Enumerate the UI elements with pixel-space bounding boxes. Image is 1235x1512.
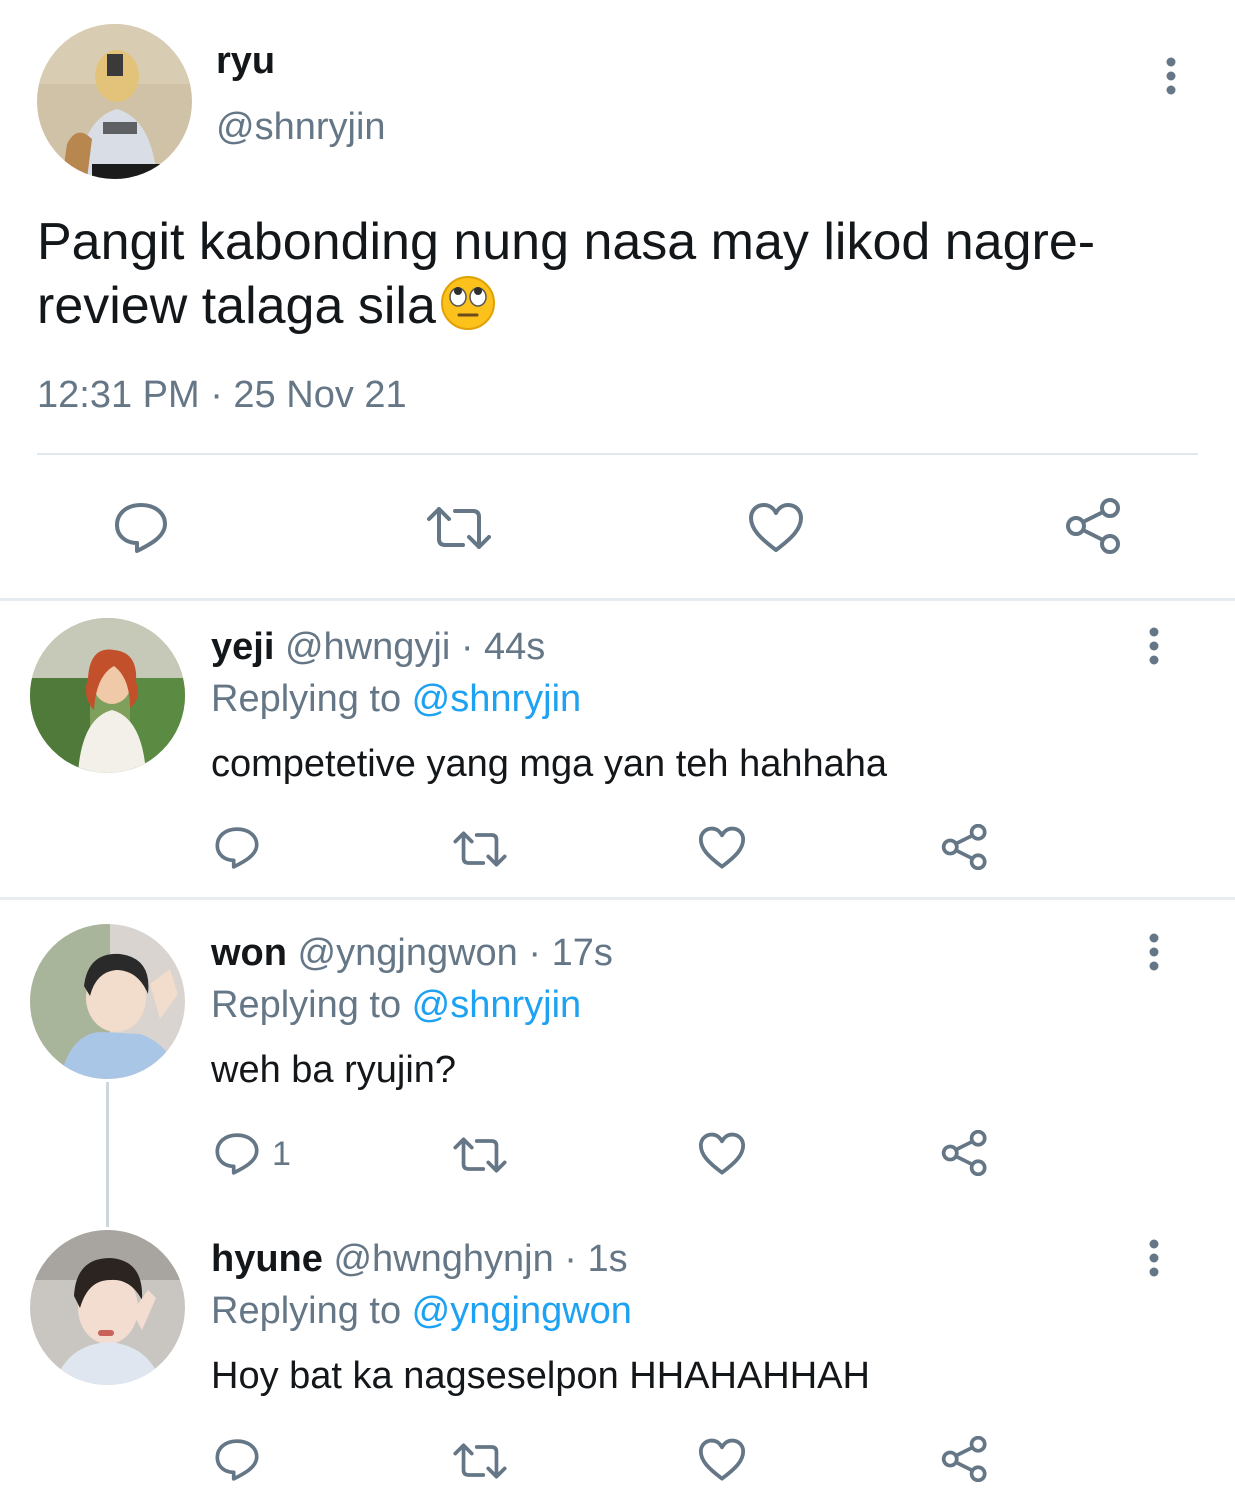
replying-to-link[interactable]: @shnryjin	[412, 984, 582, 1026]
retweet-icon[interactable]	[452, 830, 508, 868]
replying-to-line: Replying to @shnryjin	[211, 678, 581, 721]
more-options-icon[interactable]	[1158, 56, 1184, 96]
replying-to-line: Replying to @yngjngwon	[211, 1290, 632, 1333]
reply-text: Hoy bat ka nagseselpon HHAHAHHAH	[211, 1355, 870, 1397]
reply-text: weh ba ryujin?	[211, 1049, 457, 1091]
reply-icon[interactable]	[113, 502, 169, 554]
reply-header: won @yngjngwon · 17s	[211, 932, 613, 975]
share-icon[interactable]	[941, 1130, 989, 1176]
divider	[37, 453, 1198, 455]
like-icon[interactable]	[698, 1438, 746, 1482]
reply-author-handle[interactable]: @yngjngwon · 17s	[298, 932, 613, 974]
reply-author-handle[interactable]: @hwngyji · 44s	[285, 626, 545, 668]
reply-icon[interactable]	[214, 826, 260, 870]
tweet-text: Pangit kabonding nung nasa may likod nag…	[37, 210, 1197, 346]
like-icon[interactable]	[698, 1132, 746, 1176]
author-handle[interactable]: @shnryjin	[216, 106, 386, 149]
reply-count: 1	[272, 1135, 291, 1173]
avatar-hyune[interactable]	[30, 1230, 185, 1385]
like-icon[interactable]	[698, 826, 746, 870]
share-icon[interactable]	[941, 824, 989, 870]
avatar-won[interactable]	[30, 924, 185, 1079]
reply-author-handle[interactable]: @hwnghynjn · 1s	[333, 1238, 627, 1280]
avatar-ryu[interactable]	[37, 24, 192, 179]
replying-to-link[interactable]: @shnryjin	[412, 678, 582, 720]
replying-to-label: Replying to	[211, 984, 412, 1026]
retweet-icon[interactable]	[425, 505, 493, 551]
author-name[interactable]: ryu	[216, 40, 275, 83]
reply-header: yeji @hwngyji · 44s	[211, 626, 545, 669]
more-options-icon[interactable]	[1141, 932, 1167, 972]
tweet-body: Pangit kabonding nung nasa may likod nag…	[37, 213, 1096, 335]
divider	[0, 598, 1235, 601]
reply-author-name[interactable]: yeji	[211, 626, 274, 668]
replying-to-line: Replying to @shnryjin	[211, 984, 581, 1027]
retweet-icon[interactable]	[452, 1136, 508, 1174]
replying-to-link[interactable]: @yngjngwon	[412, 1290, 632, 1332]
reply-text: competetive yang mga yan teh hahhaha	[211, 743, 888, 785]
eye-roll-emoji	[440, 275, 496, 346]
tweet-timestamp[interactable]: 12:31 PM · 25 Nov 21	[37, 374, 407, 417]
divider	[0, 897, 1235, 900]
more-options-icon[interactable]	[1141, 1238, 1167, 1278]
retweet-icon[interactable]	[452, 1442, 508, 1480]
reply-icon[interactable]	[214, 1438, 260, 1482]
more-options-icon[interactable]	[1141, 626, 1167, 666]
reply-author-name[interactable]: won	[211, 932, 287, 974]
reply-icon[interactable]	[214, 1132, 260, 1176]
replying-to-label: Replying to	[211, 678, 412, 720]
reply-author-name[interactable]: hyune	[211, 1238, 323, 1280]
replying-to-label: Replying to	[211, 1290, 412, 1332]
share-icon[interactable]	[1065, 498, 1123, 554]
share-icon[interactable]	[941, 1436, 989, 1482]
like-icon[interactable]	[748, 502, 804, 554]
avatar-yeji[interactable]	[30, 618, 185, 773]
thread-connector	[106, 1082, 109, 1227]
reply-header: hyune @hwnghynjn · 1s	[211, 1238, 628, 1281]
